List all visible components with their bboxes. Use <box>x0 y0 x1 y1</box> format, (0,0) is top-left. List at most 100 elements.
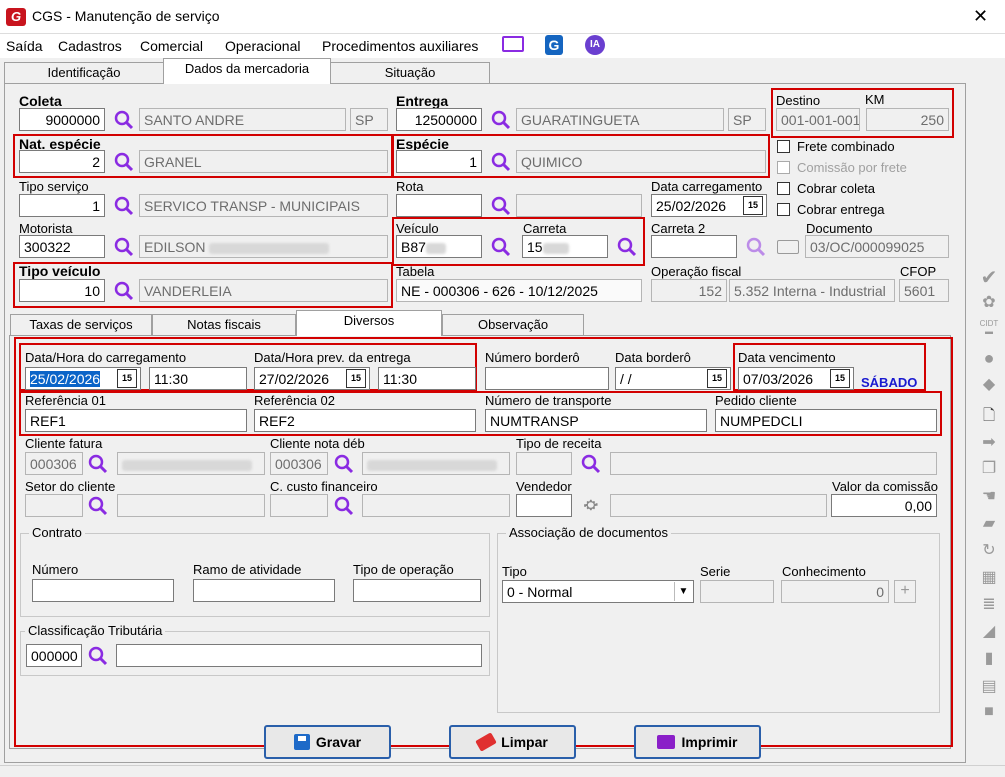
search-icon[interactable] <box>113 151 135 173</box>
truck-side-icon[interactable]: ■ <box>978 703 1000 723</box>
tag-icon[interactable]: ◆ <box>978 374 1000 394</box>
files-icon[interactable]: ▤ <box>978 676 1000 696</box>
carreta2-field[interactable] <box>651 235 737 258</box>
coleta-city-field: SANTO ANDRE <box>139 108 346 131</box>
frete-combinado-checkbox[interactable] <box>777 140 790 153</box>
tab-notas-fiscais[interactable]: Notas fiscais <box>152 314 296 336</box>
nat-especie-code-field[interactable]: 2 <box>19 150 105 173</box>
close-icon[interactable]: ✕ <box>973 6 988 27</box>
redacted-text <box>209 242 330 254</box>
tipo-servico-name-field: SERVICO TRANSP - MUNICIPAIS <box>139 194 388 217</box>
truck-icon <box>777 240 799 254</box>
carreta-field[interactable]: 15 <box>522 235 608 258</box>
tipo-veiculo-name-field: VANDERLEIA <box>139 279 388 302</box>
tab-taxas-servicos[interactable]: Taxas de serviços <box>10 314 152 336</box>
calendar-icon[interactable]: 15 <box>743 196 763 215</box>
copy-icon[interactable]: ❐ <box>978 458 1000 478</box>
check-icon[interactable]: ✔ <box>978 265 1000 289</box>
eraser-icon <box>475 732 497 752</box>
limpar-label: Limpar <box>501 734 548 750</box>
tipo-veiculo-code-field[interactable]: 10 <box>19 279 105 302</box>
app-g-icon[interactable]: G <box>545 35 563 55</box>
ia-icon[interactable]: IA <box>585 35 605 55</box>
hand-icon[interactable]: ☚ <box>978 486 1000 506</box>
tabela-field: NE - 000306 - 626 - 10/12/2025 <box>396 279 642 302</box>
comissao-frete-checkbox <box>777 161 790 174</box>
search-icon[interactable] <box>113 109 135 131</box>
gravar-label: Gravar <box>315 734 362 750</box>
menu-operacional[interactable]: Operacional <box>225 38 301 54</box>
cfop-label: CFOP <box>900 264 937 279</box>
search-icon[interactable] <box>113 280 135 302</box>
refresh-icon[interactable]: ↻ <box>978 540 1000 560</box>
operacao-fiscal-label: Operação fiscal <box>651 264 742 279</box>
eraser-icon[interactable]: ◢ <box>978 621 1000 641</box>
map-icon[interactable]: ▰ <box>978 513 1000 533</box>
search-icon[interactable] <box>490 195 512 217</box>
limpar-button[interactable]: Limpar <box>449 725 576 759</box>
book-icon[interactable]: ▮ <box>978 648 1000 668</box>
menu-comercial[interactable]: Comercial <box>140 38 203 54</box>
save-icon <box>293 734 310 750</box>
search-icon[interactable] <box>490 109 512 131</box>
carreta-label: Carreta <box>523 221 567 236</box>
stack-icon[interactable]: ≣ <box>978 594 1000 614</box>
operacao-fiscal-name-field: 5.352 Interna - Industrial <box>729 279 895 302</box>
highlight-diversos-panel <box>14 337 953 747</box>
document-export-icon[interactable]: ➡ <box>978 432 1000 452</box>
tab-situacao[interactable]: Situação <box>330 62 490 84</box>
operacao-fiscal-code-field: 152 <box>651 279 727 302</box>
especie-code-field[interactable]: 1 <box>396 150 482 173</box>
tab-identificacao[interactable]: Identificação <box>4 62 164 84</box>
documento-field: 03/OC/000099025 <box>805 235 949 258</box>
menu-saida[interactable]: Saída <box>6 38 43 54</box>
km-label: KM <box>865 92 885 107</box>
search-icon[interactable] <box>113 195 135 217</box>
cobrar-coleta-label: Cobrar coleta <box>797 181 876 196</box>
tab-dados-mercadoria[interactable]: Dados da mercadoria <box>163 58 331 84</box>
frete-combinado-label: Frete combinado <box>797 139 895 154</box>
imprimir-button[interactable]: Imprimir <box>634 725 761 759</box>
menu-procedimentos[interactable]: Procedimentos auxiliares <box>322 38 478 54</box>
document-icon[interactable]: 🗋 <box>978 405 1000 425</box>
especie-name-field: QUIMICO <box>516 150 766 173</box>
tipo-servico-code-field[interactable]: 1 <box>19 194 105 217</box>
cobrar-coleta-checkbox[interactable] <box>777 182 790 195</box>
grid-icon[interactable]: ▦ <box>978 567 1000 587</box>
gravar-button[interactable]: Gravar <box>264 725 391 759</box>
app-logo-icon: G <box>6 8 26 26</box>
carreta2-label: Carreta 2 <box>651 221 706 236</box>
tab-observacao[interactable]: Observação <box>442 314 584 336</box>
search-icon[interactable] <box>490 236 512 258</box>
motorista-name-field: EDILSON <box>139 235 388 258</box>
window-title: CGS - Manutenção de serviço <box>32 8 220 24</box>
motorista-label: Motorista <box>19 221 73 236</box>
veiculo-field[interactable]: B87 <box>396 235 482 258</box>
entrega-label: Entrega <box>396 93 449 109</box>
cobrar-entrega-label: Cobrar entrega <box>797 202 885 217</box>
entrega-code-field[interactable]: 12500000 <box>396 108 482 131</box>
entrega-city-field: GUARATINGUETA <box>516 108 724 131</box>
circle-icon[interactable]: ● <box>978 348 1000 368</box>
motorista-code-field[interactable]: 300322 <box>19 235 105 258</box>
cidt-icon[interactable]: CIDT ▬ <box>978 320 1000 340</box>
menu-bar: Saída Cadastros Comercial Operacional Pr… <box>0 34 1005 58</box>
search-icon[interactable] <box>616 236 638 258</box>
tipo-servico-label: Tipo serviço <box>19 179 89 194</box>
tab-diversos[interactable]: Diversos <box>296 310 442 336</box>
km-field: 250 <box>866 108 949 131</box>
coleta-code-field[interactable]: 9000000 <box>19 108 105 131</box>
tipo-veiculo-label: Tipo veículo <box>19 263 101 279</box>
search-icon[interactable] <box>113 236 135 258</box>
cobrar-entrega-checkbox[interactable] <box>777 203 790 216</box>
search-icon[interactable] <box>745 236 767 258</box>
rota-label: Rota <box>396 179 424 194</box>
destino-field: 001-001-001 <box>776 108 860 131</box>
menu-cadastros[interactable]: Cadastros <box>58 38 122 54</box>
monitor-icon[interactable] <box>502 36 524 52</box>
carreta-value: 15 <box>527 239 543 255</box>
search-icon[interactable] <box>490 151 512 173</box>
gear-icon[interactable]: ✿ <box>978 292 1000 312</box>
rota-field[interactable] <box>396 194 482 217</box>
comissao-frete-label: Comissão por frete <box>797 160 907 175</box>
